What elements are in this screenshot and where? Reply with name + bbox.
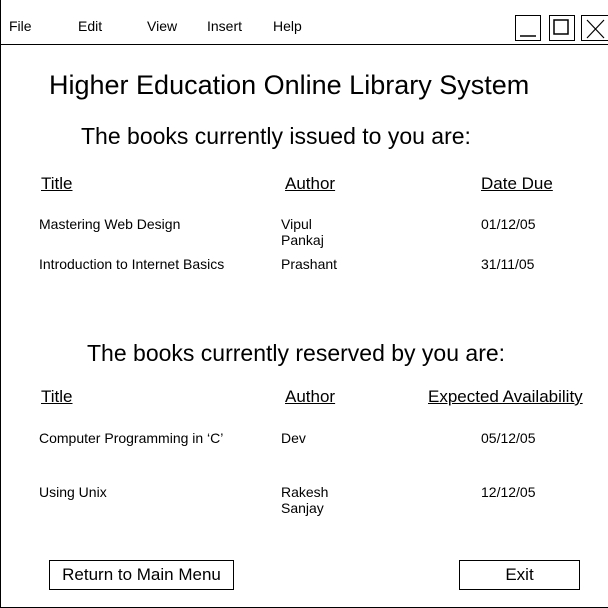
menu-view[interactable]: View bbox=[147, 18, 177, 34]
reserved-col-title: Title bbox=[41, 387, 73, 406]
maximize-button[interactable] bbox=[549, 15, 575, 41]
close-button[interactable] bbox=[581, 15, 608, 41]
menu-edit[interactable]: Edit bbox=[78, 18, 102, 34]
menu-insert[interactable]: Insert bbox=[207, 18, 242, 34]
reserved-row-2-date: 12/12/05 bbox=[481, 484, 536, 500]
maximize-icon bbox=[553, 19, 569, 35]
minimize-button[interactable] bbox=[515, 15, 541, 41]
issued-row-2-date: 31/11/05 bbox=[481, 256, 535, 272]
exit-button[interactable]: Exit bbox=[459, 560, 580, 590]
menu-help[interactable]: Help bbox=[273, 18, 302, 34]
reserved-row-1-title: Computer Programming in ‘C’ bbox=[39, 430, 224, 446]
reserved-col-availability: Expected Availability bbox=[428, 387, 583, 406]
reserved-row-1-date: 05/12/05 bbox=[481, 430, 536, 446]
issued-col-author: Author bbox=[285, 174, 336, 193]
menu-file[interactable]: File bbox=[9, 18, 32, 34]
issued-heading: The books currently issued to you are: bbox=[81, 123, 471, 149]
reserved-row-1-author: Dev bbox=[281, 430, 306, 446]
library-window: File Edit View Insert Help Higher Educat… bbox=[0, 0, 608, 608]
reserved-heading: The books currently reserved by you are: bbox=[87, 340, 506, 366]
reserved-col-author: Author bbox=[285, 387, 336, 406]
issued-row-1-title: Mastering Web Design bbox=[39, 216, 181, 232]
return-to-main-menu-button[interactable]: Return to Main Menu bbox=[49, 560, 234, 590]
issued-col-title: Title bbox=[41, 174, 73, 193]
issued-row-1-date: 01/12/05 bbox=[481, 216, 536, 232]
issued-col-date: Date Due bbox=[481, 174, 553, 193]
close-icon bbox=[586, 19, 605, 39]
minimize-icon bbox=[520, 35, 536, 37]
reserved-row-2-author: Rakesh Sanjay bbox=[281, 484, 329, 516]
issued-row-1-author: Vipul Pankaj bbox=[281, 216, 324, 248]
menu-bar: File Edit View Insert Help bbox=[1, 0, 608, 45]
issued-row-2-title: Introduction to Internet Basics bbox=[39, 256, 225, 272]
page-title: Higher Education Online Library System bbox=[49, 70, 530, 100]
reserved-row-2-title: Using Unix bbox=[39, 484, 107, 500]
issued-row-2-author: Prashant bbox=[281, 256, 338, 272]
